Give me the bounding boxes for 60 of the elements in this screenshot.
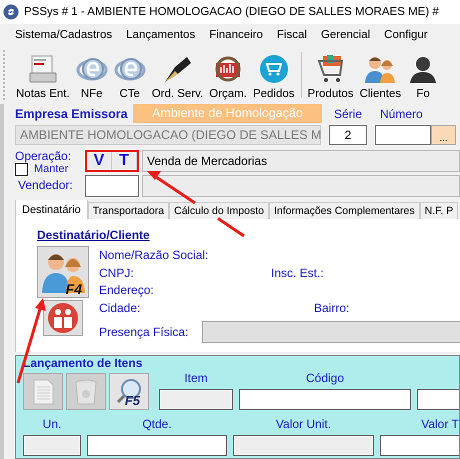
app-logo-icon [3, 4, 19, 20]
invoice-document-icon [26, 53, 59, 85]
tab[interactable]: Transportadora [88, 202, 170, 219]
toolbar-button[interactable]: Clientes [356, 46, 404, 104]
menu-item[interactable]: Lançamentos [121, 29, 204, 41]
menu-item[interactable]: Gerencial [316, 29, 380, 41]
tab[interactable]: Destinatário [15, 200, 88, 219]
name-label: Nome/Razão Social: [99, 247, 210, 264]
company-label: Empresa Emissora [15, 106, 129, 120]
trash-icon [74, 378, 98, 406]
presence-label: Presença Física: [99, 324, 190, 340]
customer-link[interactable]: Destinatário/Cliente [37, 228, 150, 242]
serie-field[interactable]: 2 [329, 125, 367, 145]
cart-icon [258, 53, 290, 85]
vendedor-field[interactable] [85, 175, 139, 197]
numero-field[interactable] [375, 125, 431, 145]
input-field[interactable] [87, 435, 227, 456]
manter-checkbox[interactable] [15, 163, 28, 176]
vendedor-label: Vendedor: [17, 179, 73, 192]
menu-item[interactable]: Configur [379, 29, 437, 41]
toolbar-button[interactable]: NFe [72, 46, 111, 104]
field-label: Valor T [421, 416, 459, 433]
address-label: Endereço: [99, 282, 155, 298]
operation-description-field: Venda de Mercadorias [142, 150, 460, 172]
operation-code-button[interactable]: V [87, 152, 112, 170]
city-label: Cidade: [99, 300, 142, 316]
field-label: Código [306, 370, 344, 387]
customer-search-button[interactable]: F4 [37, 246, 89, 298]
operation-code-button[interactable]: T [112, 152, 137, 170]
toolbar-button[interactable]: Fo [404, 46, 442, 104]
field-label: Un. [42, 416, 62, 433]
district-label: Bairro: [314, 300, 350, 316]
window-title: PSSys # 1 - AMBIENTE HOMOLOGACAO (DIEGO DE SALLES MORAES ME) # [24, 6, 439, 18]
toolbar-button[interactable]: Produtos [304, 46, 357, 104]
browse-button[interactable]: ... [431, 125, 456, 145]
menu-item[interactable]: Fiscal [272, 29, 316, 41]
serie-label: Série [334, 106, 364, 120]
tab[interactable]: Cálculo do Imposto [169, 202, 269, 219]
tab[interactable]: Informações Complementares [269, 202, 420, 219]
handshake-button[interactable] [43, 300, 83, 336]
field-label: Qtde. [142, 416, 172, 433]
field-label: Item [184, 370, 208, 387]
menu-item[interactable]: Sistema/Cadastros [10, 29, 122, 41]
environment-banner: Ambiente de Homologação [133, 104, 322, 123]
menu-item[interactable]: Financeiro [204, 29, 272, 41]
field-label: Valor Unit. [276, 416, 332, 433]
toolbar-button[interactable]: Orçam. [206, 46, 250, 104]
cnpj-label: CNPJ: [99, 264, 135, 281]
toolbar-button[interactable]: Pedidos [250, 46, 298, 104]
meeting-people-icon [47, 302, 79, 334]
toolbar-button[interactable]: Notas Ent. [13, 46, 73, 104]
ie-label: Insc. Est.: [271, 264, 324, 281]
manter-label: Manter [34, 163, 68, 176]
toolbar-button[interactable]: Ord. Serv. [148, 46, 206, 104]
operation-label: Operação: [15, 150, 72, 163]
code-field[interactable] [239, 389, 411, 410]
numero-label: Número [380, 106, 423, 120]
document-icon [32, 378, 54, 404]
tab[interactable]: N.F. P [420, 202, 458, 219]
toolbar-button[interactable]: CTe [110, 46, 149, 104]
